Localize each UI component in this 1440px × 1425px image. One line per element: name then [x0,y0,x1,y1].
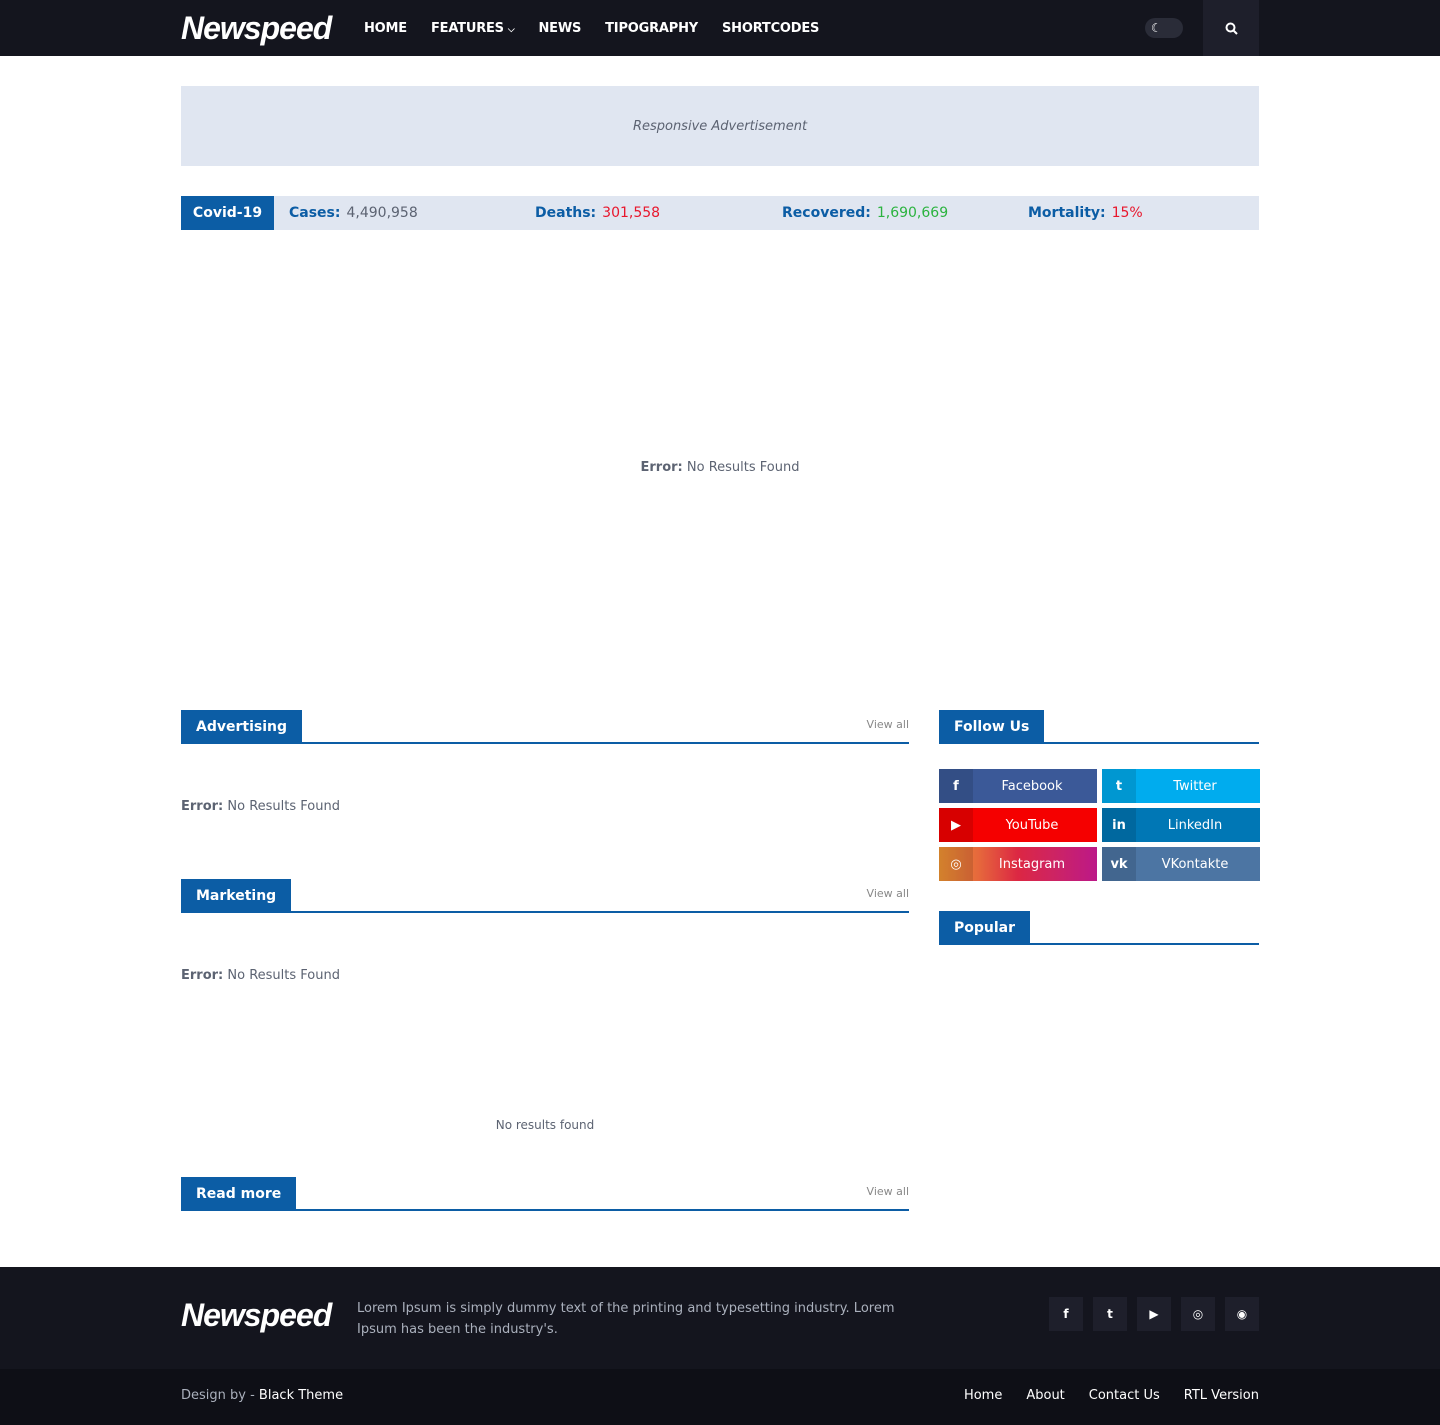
mortality-label: Mortality: [1028,205,1106,221]
vk-icon: vk [1102,847,1136,881]
credit-link[interactable]: Black Theme [259,1388,343,1403]
popular-title: Popular [939,911,1259,945]
footer-menu: Home About Contact Us RTL Version [940,1388,1259,1403]
deaths-label: Deaths: [535,205,597,221]
covid-cases: Cases: 4,490,958 [289,196,418,230]
cases-label: Cases: [289,205,341,221]
footer: Newspeed Lorem Ipsum is simply dummy tex… [0,1267,1440,1369]
social-label: Instagram [998,856,1066,872]
instagram-icon[interactable]: ◎ [1181,1297,1215,1331]
footer-link-contact[interactable]: Contact Us [1089,1388,1160,1403]
search-button[interactable] [1203,0,1259,56]
section-title: Popular [939,911,1031,945]
footer-social-icons: f t ▶ ◎ ◉ [1039,1297,1259,1331]
footer-logo[interactable]: Newspeed [181,1297,332,1334]
linkedin-icon: in [1102,808,1136,842]
dark-mode-toggle[interactable]: ☾ [1145,18,1183,38]
nav-features-label: FEATURES [430,20,504,36]
marketing-error: Error: No Results Found [181,968,340,983]
twitter-icon[interactable]: t [1093,1297,1127,1331]
error-label: Error: [181,968,224,983]
nav-home[interactable]: HOME [364,21,407,36]
error-text: No Results Found [227,968,340,983]
covid-mortality: Mortality: 15% [1028,196,1143,230]
mortality-value: 15% [1111,205,1143,221]
credit-prefix: Design by - [181,1388,259,1403]
instagram-icon: ◎ [939,847,973,881]
footer-link-home[interactable]: Home [964,1388,1002,1403]
covid-recovered: Recovered: 1,690,669 [782,196,948,230]
nav-tipography[interactable]: TIPOGRAPHY [605,21,698,36]
cases-value: 4,490,958 [346,205,418,221]
social-linkedin[interactable]: in LinkedIn [1102,808,1260,842]
section-title: Advertising [181,710,302,744]
header: Newspeed HOME FEATURES ⌵ NEWS TIPOGRAPHY … [0,0,1440,56]
youtube-icon: ▶ [939,808,973,842]
nav-shortcodes[interactable]: SHORTCODES [722,21,819,36]
view-all-link[interactable]: View all [867,718,909,731]
error-text: No Results Found [227,799,340,814]
advertising-section-title: Advertising View all [181,710,909,744]
error-label: Error: [640,460,683,475]
moon-icon: ☾ [1151,21,1162,35]
footer-link-rtl[interactable]: RTL Version [1184,1388,1259,1403]
footer-link-about[interactable]: About [1026,1388,1064,1403]
main-nav: HOME FEATURES ⌵ NEWS TIPOGRAPHY SHORTCODE… [364,0,843,56]
read-more-section-title: Read more View all [181,1177,909,1211]
section-title: Marketing [181,879,292,913]
responsive-advertisement: Responsive Advertisement [181,86,1259,166]
social-label: LinkedIn [1167,817,1223,833]
section-title: Follow Us [939,710,1045,744]
view-all-link[interactable]: View all [867,887,909,900]
rss-icon[interactable]: ◉ [1225,1297,1259,1331]
chevron-down-icon: ⌵ [507,24,515,35]
nav-features[interactable]: FEATURES ⌵ [431,21,515,36]
site-logo[interactable]: Newspeed [181,10,332,46]
covid-deaths: Deaths: 301,558 [535,196,660,230]
view-all-link[interactable]: View all [867,1185,909,1198]
recovered-value: 1,690,669 [876,205,949,221]
social-facebook[interactable]: f Facebook [939,769,1097,803]
footer-about-text: Lorem Ipsum is simply dummy text of the … [357,1301,895,1337]
recovered-label: Recovered: [782,205,871,221]
error-label: Error: [181,799,224,814]
social-label: YouTube [1005,817,1059,833]
deaths-value: 301,558 [602,205,661,221]
social-label: VKontakte [1161,856,1229,872]
advertising-error: Error: No Results Found [181,799,340,814]
social-label: Twitter [1173,778,1217,794]
footer-bottom-bar: Design by - Black Theme Home About Conta… [0,1369,1440,1425]
follow-us-title: Follow Us [939,710,1259,744]
error-text: No Results Found [686,460,800,475]
nav-news[interactable]: NEWS [538,21,581,36]
social-vkontakte[interactable]: vk VKontakte [1102,847,1260,881]
credit: Design by - Black Theme [181,1388,343,1403]
search-icon [1225,22,1238,35]
social-instagram[interactable]: ◎ Instagram [939,847,1097,881]
youtube-icon[interactable]: ▶ [1137,1297,1171,1331]
covid-tag: Covid-19 [181,196,274,230]
twitter-icon: t [1102,769,1136,803]
social-twitter[interactable]: t Twitter [1102,769,1260,803]
no-results-text: No results found [495,1118,595,1132]
social-label: Facebook [1001,778,1063,794]
social-youtube[interactable]: ▶ YouTube [939,808,1097,842]
marketing-section-title: Marketing View all [181,879,909,913]
covid-ticker: Covid-19 Cases: 4,490,958 Deaths: 301,558 … [181,196,1259,230]
featured-error: Error: No Results Found [0,460,1440,475]
facebook-icon: f [939,769,973,803]
facebook-icon[interactable]: f [1049,1297,1083,1331]
section-title: Read more [181,1177,297,1211]
